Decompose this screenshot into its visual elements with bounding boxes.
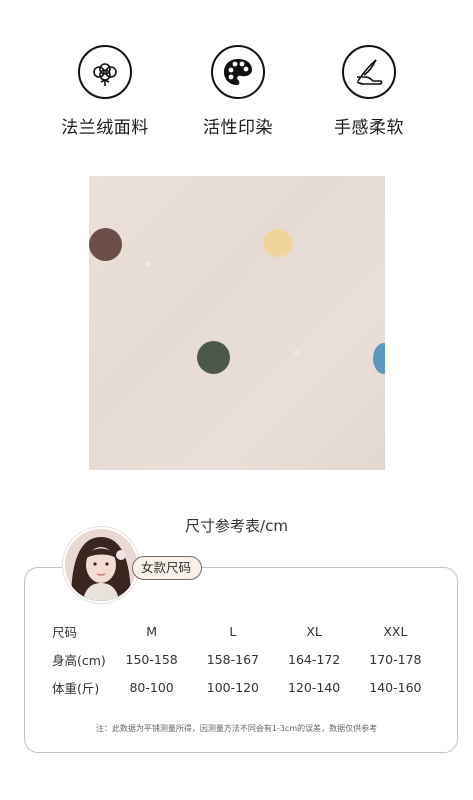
feature-reactive-dye: 活性印染 [183,45,293,138]
table-cell: 150-158 [125,651,178,667]
feature-soft-touch: 手感柔软 [314,45,424,138]
table-cell: 身高(cm) [52,652,106,668]
table-header-cell: M [146,623,158,639]
size-table: 尺码 M L XL XXL 身高(cm) 150-158 158-167 164… [40,617,436,701]
feature-label: 活性印染 [203,118,273,138]
fabric-swatch-image [89,176,385,470]
table-cell: 164-172 [288,651,341,667]
table-row: 体重(斤) 80-100 100-120 120-140 140-160 [40,673,436,701]
table-cell: 140-160 [369,679,422,695]
table-header-cell: XL [306,623,322,639]
womens-size-tag: 女款尺码 [132,556,203,580]
table-cell: 158-167 [206,651,259,667]
hand-feather-icon [342,45,396,99]
feature-label: 手感柔软 [334,118,404,138]
feature-label: 法兰绒面料 [61,118,149,138]
table-cell: 80-100 [129,679,174,695]
polka-dot [373,343,385,374]
size-chart-title: 尺寸参考表/cm [185,517,288,535]
measurement-note: 注：此数据为平铺测量所得，因测量方法不同会有1-3cm的误差，数据仅供参考 [95,724,378,733]
model-avatar [63,527,139,603]
polka-dot [197,341,230,374]
table-header-row: 尺码 M L XL XXL [40,617,436,645]
table-header-cell: L [229,623,237,639]
table-cell: 120-140 [288,679,341,695]
table-header-cell: XXL [383,623,408,639]
polka-dot [89,228,122,261]
table-row: 身高(cm) 150-158 158-167 164-172 170-178 [40,645,436,673]
feature-flannel: 法兰绒面料 [50,45,160,138]
polka-dot [263,229,293,257]
cotton-icon [78,45,132,99]
table-cell: 体重(斤) [52,680,100,696]
table-cell: 170-178 [369,651,422,667]
palette-icon [211,45,265,99]
table-cell: 100-120 [206,679,259,695]
table-header-cell: 尺码 [52,624,78,640]
